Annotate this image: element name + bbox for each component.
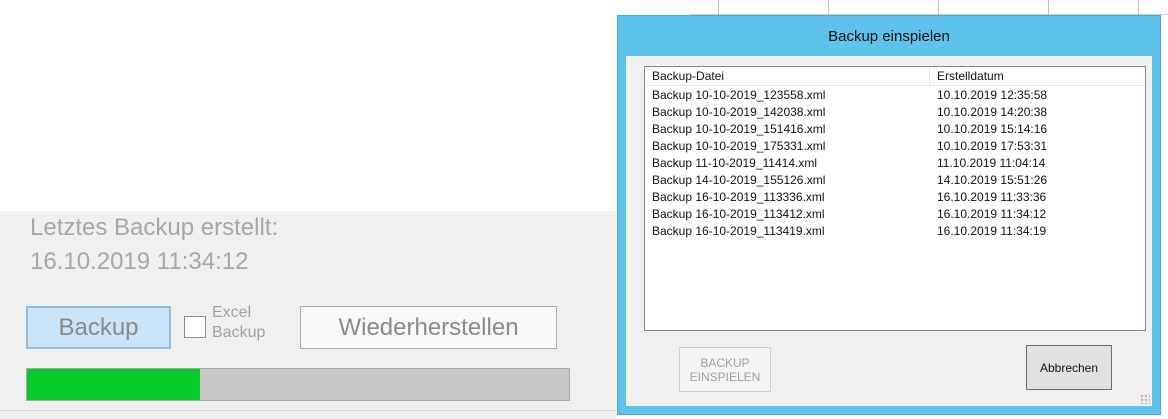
table-row[interactable]: Backup 10-10-2019_123558.xml 10.10.2019 1… xyxy=(645,86,1145,103)
table-row[interactable]: Backup 16-10-2019_113336.xml 16.10.2019 1… xyxy=(645,188,1145,205)
list-rows: Backup 10-10-2019_123558.xml 10.10.2019 1… xyxy=(645,86,1145,239)
row-file-name: Backup 16-10-2019_113412.xml xyxy=(652,206,825,221)
row-file-name: Backup 16-10-2019_113419.xml xyxy=(652,223,825,238)
column-header-file[interactable]: Backup-Datei xyxy=(645,67,930,85)
list-header: Backup-Datei Erstelldatum xyxy=(645,67,1145,86)
background-grid xyxy=(690,0,1168,15)
last-backup-time: 16.10.2019 11:34:12 xyxy=(30,248,249,275)
row-file-name: Backup 10-10-2019_175331.xml xyxy=(652,138,826,153)
restore-button[interactable]: Wiederherstellen xyxy=(300,306,557,349)
backup-progress-bar xyxy=(26,368,570,401)
table-row[interactable]: Backup 11-10-2019_11414.xml 11.10.2019 11… xyxy=(645,154,1145,171)
last-backup-label: Letztes Backup erstellt: xyxy=(30,214,279,241)
row-created-date: 16.10.2019 11:33:36 xyxy=(937,189,1047,204)
row-created-date: 10.10.2019 15:14:16 xyxy=(937,121,1048,136)
row-created-date: 16.10.2019 11:34:19 xyxy=(937,223,1047,238)
row-file-name: Backup 10-10-2019_142038.xml xyxy=(652,104,826,119)
backup-file-list[interactable]: Backup-Datei Erstelldatum Backup 10-10-2… xyxy=(644,66,1146,331)
row-file-name: Backup 10-10-2019_151416.xml xyxy=(652,121,826,136)
table-row[interactable]: Backup 10-10-2019_142038.xml 10.10.2019 1… xyxy=(645,103,1145,120)
dialog-title: Backup einspielen xyxy=(828,27,950,45)
row-file-name: Backup 16-10-2019_113336.xml xyxy=(652,189,825,204)
dialog-content: Backup-Datei Erstelldatum Backup 10-10-2… xyxy=(626,56,1152,406)
row-created-date: 10.10.2019 12:35:58 xyxy=(937,87,1048,102)
progress-fill xyxy=(27,369,201,400)
import-backup-button[interactable]: BACKUP EINSPIELEN xyxy=(679,347,771,392)
table-row[interactable]: Backup 10-10-2019_151416.xml 10.10.2019 1… xyxy=(645,120,1145,137)
table-row[interactable]: Backup 16-10-2019_113412.xml 16.10.2019 1… xyxy=(645,205,1145,222)
backup-import-dialog: Backup einspielen Backup-Datei Erstellda… xyxy=(617,15,1161,415)
row-created-date: 16.10.2019 11:34:12 xyxy=(937,206,1047,221)
row-created-date: 10.10.2019 14:20:38 xyxy=(937,104,1048,119)
grid-separator xyxy=(938,0,939,14)
resize-grip-icon[interactable] xyxy=(1140,394,1150,404)
row-created-date: 10.10.2019 17:53:31 xyxy=(937,138,1048,153)
table-row[interactable]: Backup 10-10-2019_175331.xml 10.10.2019 1… xyxy=(645,137,1145,154)
grid-separator xyxy=(1138,0,1139,14)
row-created-date: 11.10.2019 11:04:14 xyxy=(937,155,1046,170)
grid-separator xyxy=(718,0,719,14)
table-row[interactable]: Backup 16-10-2019_113419.xml 16.10.2019 1… xyxy=(645,222,1145,239)
row-file-name: Backup 10-10-2019_123558.xml xyxy=(652,87,826,102)
row-created-date: 14.10.2019 15:51:26 xyxy=(937,172,1048,187)
cancel-button[interactable]: Abbrechen xyxy=(1026,345,1112,390)
grid-separator xyxy=(828,0,829,14)
grid-separator xyxy=(1048,0,1049,14)
backup-button[interactable]: Backup xyxy=(26,306,171,349)
excel-backup-label: Excel Backup xyxy=(212,304,266,341)
row-file-name: Backup 11-10-2019_11414.xml xyxy=(652,155,817,170)
table-row[interactable]: Backup 14-10-2019_155126.xml 14.10.2019 1… xyxy=(645,171,1145,188)
excel-backup-checkbox[interactable] xyxy=(184,316,206,338)
panel-divider xyxy=(0,410,616,411)
row-file-name: Backup 14-10-2019_155126.xml xyxy=(652,172,826,187)
column-header-date[interactable]: Erstelldatum xyxy=(930,67,1145,85)
